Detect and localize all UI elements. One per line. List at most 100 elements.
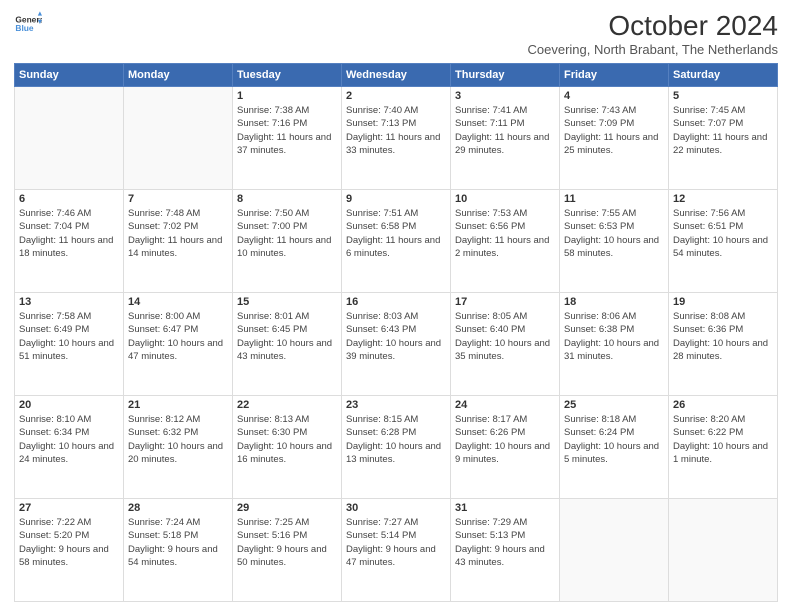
day-number: 26 [673, 399, 773, 411]
day-info-line: Daylight: 10 hours and 47 minutes. [128, 337, 228, 364]
day-number: 30 [346, 502, 446, 514]
day-info-line: Sunset: 6:36 PM [673, 323, 773, 336]
day-info-line: Sunset: 6:34 PM [19, 426, 119, 439]
day-info-line: Daylight: 10 hours and 1 minute. [673, 440, 773, 467]
calendar-cell: 11 Sunrise: 7:55 AMSunset: 6:53 PMDayligh… [560, 190, 669, 293]
calendar-header-row: Sunday Monday Tuesday Wednesday Thursday… [15, 64, 778, 87]
day-number: 17 [455, 296, 555, 308]
week-row-2: 6Sunrise: 7:46 AMSunset: 7:04 PMDaylight… [15, 190, 778, 293]
calendar-cell: 1Sunrise: 7:38 AMSunset: 7:16 PMDaylight… [233, 87, 342, 190]
day-info-line: Sunrise: 8:20 AM [673, 413, 773, 426]
logo: General Blue [14, 10, 42, 38]
day-number: 29 [237, 502, 337, 514]
day-info-line: Daylight: 11 hours and 25 minutes. [564, 131, 664, 158]
day-info-line: Sunset: 6:53 PM [564, 220, 664, 233]
day-info-line: Sunset: 6:40 PM [455, 323, 555, 336]
day-info: Sunrise: 8:20 AMSunset: 6:22 PMDaylight:… [673, 413, 773, 466]
day-info: Sunrise: 8:05 AMSunset: 6:40 PMDaylight:… [455, 310, 555, 363]
page: General Blue October 2024 Coevering, Nor… [0, 0, 792, 612]
day-info-line: Sunrise: 8:17 AM [455, 413, 555, 426]
day-info-line: Sunrise: 7:41 AM [455, 104, 555, 117]
calendar-cell: 7Sunrise: 7:48 AMSunset: 7:02 PMDaylight… [124, 190, 233, 293]
day-info-line: Daylight: 10 hours and 51 minutes. [19, 337, 119, 364]
day-number: 18 [564, 296, 664, 308]
day-info-line: Sunrise: 8:08 AM [673, 310, 773, 323]
day-info: Sunrise: 8:13 AMSunset: 6:30 PMDaylight:… [237, 413, 337, 466]
day-info: Sunrise: 7:53 AMSunset: 6:56 PMDaylight:… [455, 207, 555, 260]
day-number: 25 [564, 399, 664, 411]
day-number: 14 [128, 296, 228, 308]
calendar-cell: 19Sunrise: 8:08 AMSunset: 6:36 PMDayligh… [669, 293, 778, 396]
day-info-line: Sunset: 5:13 PM [455, 529, 555, 542]
col-tuesday: Tuesday [233, 64, 342, 87]
calendar-cell: 24Sunrise: 8:17 AMSunset: 6:26 PMDayligh… [451, 396, 560, 499]
day-info-line: Daylight: 10 hours and 35 minutes. [455, 337, 555, 364]
day-number: 13 [19, 296, 119, 308]
day-info-line: Sunrise: 7:40 AM [346, 104, 446, 117]
day-info-line: Daylight: 10 hours and 16 minutes. [237, 440, 337, 467]
day-info: Sunrise: 8:06 AMSunset: 6:38 PMDaylight:… [564, 310, 664, 363]
calendar-table: Sunday Monday Tuesday Wednesday Thursday… [14, 63, 778, 602]
calendar-cell: 17 Sunrise: 8:05 AMSunset: 6:40 PMDayligh… [451, 293, 560, 396]
calendar-cell: 22Sunrise: 8:13 AMSunset: 6:30 PMDayligh… [233, 396, 342, 499]
day-info-line: Daylight: 10 hours and 5 minutes. [564, 440, 664, 467]
day-info-line: Daylight: 11 hours and 2 minutes. [455, 234, 555, 261]
day-info-line: Sunrise: 7:22 AM [19, 516, 119, 529]
day-info-line: Daylight: 10 hours and 39 minutes. [346, 337, 446, 364]
day-info-line: Sunset: 5:14 PM [346, 529, 446, 542]
day-info: Sunrise: 7:40 AMSunset: 7:13 PMDaylight:… [346, 104, 446, 157]
day-number: 20 [19, 399, 119, 411]
day-number: 28 [128, 502, 228, 514]
day-number: 7 [128, 193, 228, 205]
day-info-line: Daylight: 11 hours and 18 minutes. [19, 234, 119, 261]
calendar-cell: 29Sunrise: 7:25 AMSunset: 5:16 PMDayligh… [233, 499, 342, 602]
day-info: Sunrise: 7:43 AMSunset: 7:09 PMDaylight:… [564, 104, 664, 157]
svg-text:Blue: Blue [15, 23, 33, 33]
day-info-line: Sunrise: 7:27 AM [346, 516, 446, 529]
day-info-line: Daylight: 11 hours and 10 minutes. [237, 234, 337, 261]
title-section: October 2024 Coevering, North Brabant, T… [527, 10, 778, 57]
day-info-line: Daylight: 9 hours and 50 minutes. [237, 543, 337, 570]
day-info-line: Sunset: 6:56 PM [455, 220, 555, 233]
calendar-cell: 25 Sunrise: 8:18 AMSunset: 6:24 PMDayligh… [560, 396, 669, 499]
calendar-cell: 8Sunrise: 7:50 AMSunset: 7:00 PMDaylight… [233, 190, 342, 293]
day-info-line: Daylight: 9 hours and 47 minutes. [346, 543, 446, 570]
day-info-line: Sunrise: 7:53 AM [455, 207, 555, 220]
day-number: 4 [564, 90, 664, 102]
day-info-line: Sunset: 7:02 PM [128, 220, 228, 233]
day-info-line: Sunset: 7:11 PM [455, 117, 555, 130]
calendar-cell: 10 Sunrise: 7:53 AMSunset: 6:56 PMDayligh… [451, 190, 560, 293]
calendar-cell [15, 87, 124, 190]
day-info-line: Daylight: 10 hours and 28 minutes. [673, 337, 773, 364]
col-friday: Friday [560, 64, 669, 87]
day-info: Sunrise: 8:00 AMSunset: 6:47 PMDaylight:… [128, 310, 228, 363]
day-number: 5 [673, 90, 773, 102]
day-info-line: Daylight: 10 hours and 24 minutes. [19, 440, 119, 467]
day-info-line: Sunset: 6:51 PM [673, 220, 773, 233]
day-info: Sunrise: 8:18 AMSunset: 6:24 PMDaylight:… [564, 413, 664, 466]
calendar-cell [669, 499, 778, 602]
day-number: 27 [19, 502, 119, 514]
day-info-line: Sunrise: 8:10 AM [19, 413, 119, 426]
day-number: 11 [564, 193, 664, 205]
day-info-line: Daylight: 11 hours and 14 minutes. [128, 234, 228, 261]
day-info-line: Sunrise: 7:38 AM [237, 104, 337, 117]
week-row-3: 13Sunrise: 7:58 AMSunset: 6:49 PMDayligh… [15, 293, 778, 396]
calendar-cell: 21Sunrise: 8:12 AMSunset: 6:32 PMDayligh… [124, 396, 233, 499]
day-info-line: Daylight: 10 hours and 54 minutes. [673, 234, 773, 261]
day-number: 3 [455, 90, 555, 102]
day-info-line: Daylight: 10 hours and 9 minutes. [455, 440, 555, 467]
day-info-line: Sunrise: 7:43 AM [564, 104, 664, 117]
day-info-line: Sunrise: 7:25 AM [237, 516, 337, 529]
day-info-line: Sunset: 7:04 PM [19, 220, 119, 233]
day-number: 16 [346, 296, 446, 308]
day-info-line: Sunset: 6:32 PM [128, 426, 228, 439]
day-info-line: Sunset: 6:45 PM [237, 323, 337, 336]
day-info-line: Sunset: 6:30 PM [237, 426, 337, 439]
day-info: Sunrise: 7:55 AMSunset: 6:53 PMDaylight:… [564, 207, 664, 260]
day-number: 10 [455, 193, 555, 205]
day-info-line: Daylight: 10 hours and 13 minutes. [346, 440, 446, 467]
week-row-5: 27Sunrise: 7:22 AMSunset: 5:20 PMDayligh… [15, 499, 778, 602]
calendar-cell [124, 87, 233, 190]
day-info: Sunrise: 7:51 AMSunset: 6:58 PMDaylight:… [346, 207, 446, 260]
